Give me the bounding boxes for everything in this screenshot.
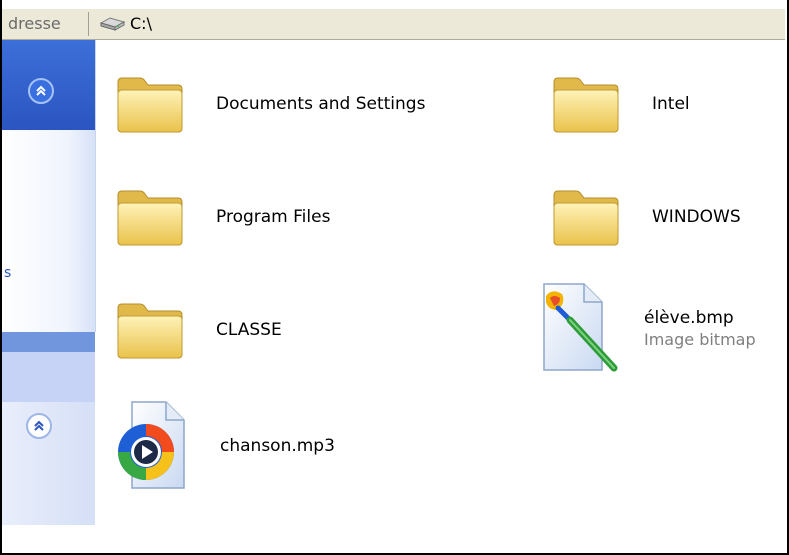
task-pane-link-stub[interactable]: s [4, 265, 11, 281]
file-name: élève.bmp [644, 307, 734, 328]
file-item-documents-and-settings[interactable]: Documents and Settings [114, 68, 425, 140]
file-item-windows[interactable]: WINDOWS [550, 181, 741, 253]
task-pane-header-details [2, 352, 95, 402]
address-value: C:\ [130, 14, 152, 33]
folder-icon [553, 190, 619, 246]
collapse-details-button[interactable] [26, 413, 52, 439]
double-chevron-up-icon [36, 85, 46, 96]
file-item-chanson-mp3[interactable]: chanson.mp3 [114, 400, 335, 492]
address-separator [88, 12, 89, 36]
file-item-classe[interactable]: CLASSE [114, 294, 282, 366]
file-name: chanson.mp3 [220, 436, 335, 456]
task-pane: s [2, 40, 96, 525]
file-name: Program Files [216, 207, 331, 227]
collapse-panel-button[interactable] [28, 78, 54, 104]
folder-icon [117, 190, 183, 246]
folder-icon [117, 303, 183, 359]
file-item-eleve-bmp[interactable]: élève.bmp Image bitmap [536, 280, 756, 376]
address-bar: dresse C:\ [2, 9, 785, 40]
file-item-program-files[interactable]: Program Files [114, 181, 330, 253]
paint-bitmap-icon [543, 283, 618, 372]
file-name: Documents and Settings [216, 94, 426, 114]
drive-icon [99, 17, 126, 31]
file-item-intel[interactable]: Intel [550, 68, 690, 140]
address-label: dresse [8, 14, 61, 33]
file-name: Intel [652, 94, 690, 114]
folder-icon [117, 77, 183, 133]
double-chevron-up-icon [34, 420, 44, 431]
address-input[interactable]: C:\ [94, 12, 785, 36]
file-list: Documents and Settings Intel Program Fil… [96, 40, 786, 525]
folder-icon [553, 77, 619, 133]
file-name: CLASSE [216, 320, 282, 340]
file-type: Image bitmap [644, 329, 756, 349]
media-player-icon [118, 401, 185, 489]
file-name: WINDOWS [652, 207, 741, 227]
